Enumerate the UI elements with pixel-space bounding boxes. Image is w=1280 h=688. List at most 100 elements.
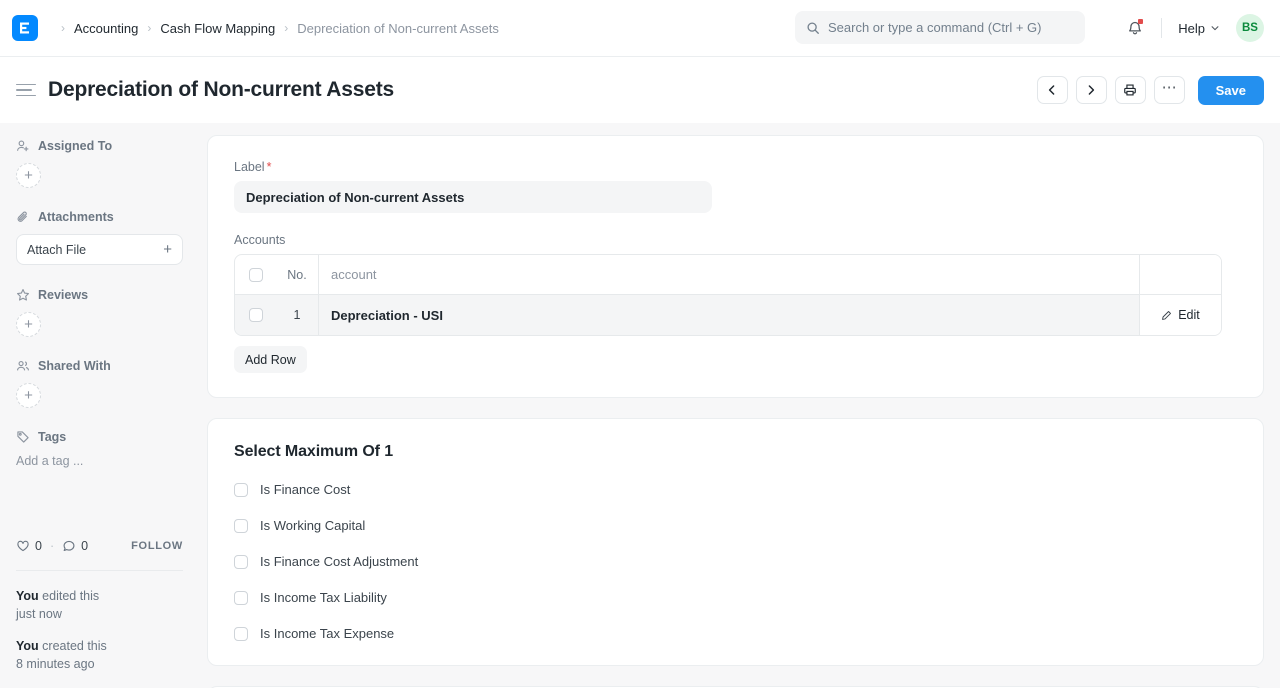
is-finance-cost-adjustment-label[interactable]: Is Finance Cost Adjustment (260, 554, 418, 569)
sidebar-label-tags: Tags (38, 430, 66, 444)
sidebar-label-assigned-to: Assigned To (38, 139, 112, 153)
is-finance-cost-label[interactable]: Is Finance Cost (260, 482, 350, 497)
breadcrumb-item-accounting[interactable]: Accounting (74, 21, 138, 36)
activity-action: created this (39, 639, 107, 653)
add-row-button[interactable]: Add Row (234, 346, 307, 373)
is-finance-cost-checkbox[interactable] (234, 483, 248, 497)
star-icon (16, 288, 30, 302)
paperclip-icon (16, 210, 30, 224)
activity-time: 8 minutes ago (16, 657, 95, 671)
grid-header-no: No. (276, 255, 319, 294)
like-count: 0 (35, 539, 42, 553)
add-tag-input[interactable]: Add a tag ... (16, 454, 183, 468)
activity-entry-edited: You edited this just now (16, 587, 183, 623)
table-row[interactable]: 1 Depreciation - USI Edit (235, 294, 1221, 335)
is-income-tax-expense-checkbox[interactable] (234, 627, 248, 641)
notifications-button[interactable] (1119, 12, 1151, 44)
tag-icon (16, 430, 30, 444)
sidebar-section-reviews: Reviews (16, 288, 183, 302)
label-input[interactable] (234, 181, 712, 213)
navbar-right-actions: Help BS (1119, 12, 1264, 44)
help-menu-button[interactable]: Help (1176, 17, 1222, 40)
add-review-button[interactable]: + (16, 312, 41, 337)
breadcrumb-separator: › (61, 22, 65, 34)
grid-header-actions (1139, 255, 1221, 294)
row-account-value[interactable]: Depreciation - USI (319, 295, 1139, 335)
row-edit-label: Edit (1178, 308, 1200, 322)
attach-file-plus-icon: + (163, 242, 172, 257)
search-input[interactable]: Search or type a command (Ctrl + G) (828, 20, 1042, 35)
label-field-text: Label (234, 160, 265, 174)
is-income-tax-expense-label[interactable]: Is Income Tax Expense (260, 626, 394, 641)
is-working-capital-checkbox[interactable] (234, 519, 248, 533)
prev-document-button[interactable] (1037, 76, 1068, 104)
accounts-grid: No. account 1 Depreciation - USI Edit (234, 254, 1222, 336)
sidebar-label-attachments: Attachments (38, 210, 114, 224)
social-stats-row: 0 · 0 FOLLOW (16, 539, 183, 553)
follow-button[interactable]: FOLLOW (131, 540, 183, 552)
breadcrumb-item-current: Depreciation of Non-current Assets (297, 21, 499, 36)
required-asterisk: * (267, 160, 272, 174)
form-main: Label* Accounts No. account 1 (199, 123, 1280, 688)
page-body: Assigned To + Attachments Attach File + … (0, 123, 1280, 688)
hamburger-icon[interactable] (16, 84, 36, 97)
page-header-actions: ⋯ Save (1037, 76, 1264, 105)
heart-icon[interactable] (16, 539, 30, 553)
checkbox-row-is-finance-cost[interactable]: Is Finance Cost (234, 482, 1237, 497)
row-checkbox[interactable] (249, 308, 263, 322)
is-working-capital-label[interactable]: Is Working Capital (260, 518, 365, 533)
add-assignment-button[interactable]: + (16, 163, 41, 188)
comment-icon[interactable] (62, 539, 76, 553)
next-document-button[interactable] (1076, 76, 1107, 104)
comment-count: 0 (81, 539, 88, 553)
more-options-button[interactable]: ⋯ (1154, 76, 1185, 104)
notification-badge (1138, 19, 1143, 24)
activity-time: just now (16, 607, 62, 621)
save-button[interactable]: Save (1198, 76, 1264, 105)
pencil-icon (1161, 310, 1172, 321)
search-box[interactable]: Search or type a command (Ctrl + G) (795, 11, 1085, 44)
add-share-button[interactable]: + (16, 383, 41, 408)
stats-separator: · (50, 539, 54, 553)
erpnext-logo-icon[interactable] (12, 15, 38, 41)
row-index: 1 (276, 295, 319, 335)
print-button[interactable] (1115, 76, 1146, 104)
grid-header-account: account (319, 255, 1139, 294)
avatar[interactable]: BS (1236, 14, 1264, 42)
breadcrumb-item-cash-flow-mapping[interactable]: Cash Flow Mapping (160, 21, 275, 36)
top-navbar: › Accounting › Cash Flow Mapping › Depre… (0, 0, 1280, 57)
accounts-grid-label: Accounts (234, 233, 1237, 247)
checkbox-row-is-working-capital[interactable]: Is Working Capital (234, 518, 1237, 533)
printer-icon (1123, 83, 1137, 97)
grid-select-all-cell (235, 255, 276, 294)
is-income-tax-liability-checkbox[interactable] (234, 591, 248, 605)
section-title-select-maximum: Select Maximum Of 1 (234, 443, 1237, 461)
is-income-tax-liability-label[interactable]: Is Income Tax Liability (260, 590, 387, 605)
chevron-right-icon (1085, 84, 1097, 96)
select-all-checkbox[interactable] (249, 268, 263, 282)
sidebar-divider (16, 570, 183, 571)
activity-entry-created: You created this 8 minutes ago (16, 637, 183, 673)
checkbox-row-is-income-tax-liability[interactable]: Is Income Tax Liability (234, 590, 1237, 605)
user-plus-icon (16, 139, 30, 153)
is-finance-cost-adjustment-checkbox[interactable] (234, 555, 248, 569)
row-edit-button[interactable]: Edit (1139, 295, 1221, 335)
chevron-left-icon (1046, 84, 1058, 96)
label-field-label: Label* (234, 160, 1237, 174)
form-card-select-maximum: Select Maximum Of 1 Is Finance Cost Is W… (207, 418, 1264, 666)
sidebar-label-reviews: Reviews (38, 288, 88, 302)
checkbox-row-is-income-tax-expense[interactable]: Is Income Tax Expense (234, 626, 1237, 641)
breadcrumb: › Accounting › Cash Flow Mapping › Depre… (52, 21, 499, 36)
search-icon (806, 21, 820, 35)
breadcrumb-separator: › (284, 22, 288, 34)
global-search[interactable]: Search or type a command (Ctrl + G) (795, 11, 1085, 44)
form-sidebar: Assigned To + Attachments Attach File + … (0, 123, 199, 688)
sidebar-section-assigned-to: Assigned To (16, 139, 183, 153)
page-title: Depreciation of Non-current Assets (48, 78, 394, 102)
checkbox-row-is-finance-cost-adjustment[interactable]: Is Finance Cost Adjustment (234, 554, 1237, 569)
help-label: Help (1178, 21, 1205, 36)
sidebar-label-shared-with: Shared With (38, 359, 111, 373)
attach-file-button[interactable]: Attach File + (16, 234, 183, 265)
sidebar-section-shared-with: Shared With (16, 359, 183, 373)
activity-actor: You (16, 639, 39, 653)
